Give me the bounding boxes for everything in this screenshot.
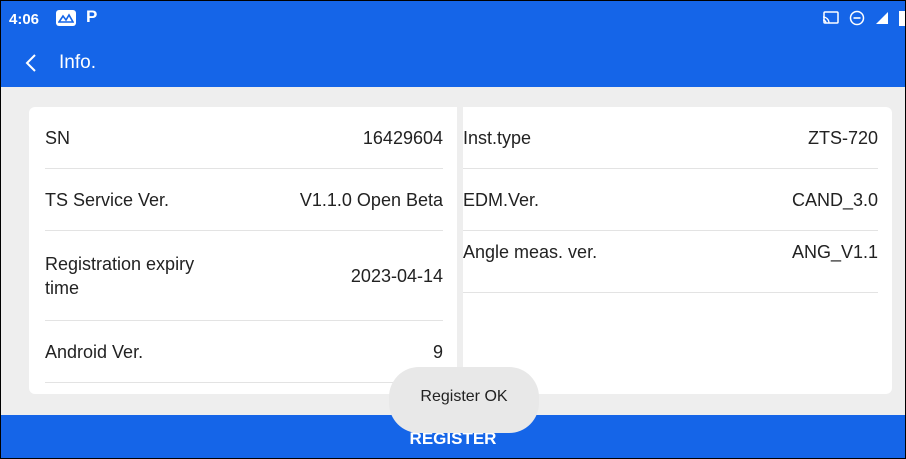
back-arrow-icon[interactable] <box>21 51 43 75</box>
parking-app-icon: P <box>86 7 98 26</box>
info-value: 16429604 <box>362 127 443 148</box>
info-label: SN <box>45 127 71 148</box>
page-title: Info. <box>59 52 96 73</box>
status-icons <box>813 10 905 31</box>
toast-text: Register OK <box>420 388 508 405</box>
cast-icon <box>822 10 839 30</box>
status-bar: 4:06 P <box>1 1 905 39</box>
info-value: 9 <box>432 341 443 362</box>
info-row-edm-ver: EDM.Ver. CAND_3.0 <box>463 169 878 231</box>
info-value: 2023-04-14 <box>350 265 443 286</box>
info-value: ZTS-720 <box>807 127 878 148</box>
info-label: EDM.Ver. <box>463 189 540 210</box>
info-label: Android Ver. <box>45 341 144 362</box>
info-row-inst-type: Inst.type ZTS-720 <box>463 107 878 169</box>
info-label: Registration expiry time <box>45 253 195 298</box>
info-row-sn: SN 16429604 <box>45 107 443 169</box>
gallery-icon <box>56 10 76 26</box>
info-label: Inst.type <box>463 127 532 148</box>
info-row-android-ver: Android Ver. 9 <box>45 321 443 383</box>
battery-icon <box>899 10 905 31</box>
info-column-left: SN 16429604 TS Service Ver. V1.1.0 Open … <box>29 107 457 383</box>
info-label: Angle meas. ver. <box>463 242 598 263</box>
toast-message: Register OK <box>389 367 539 433</box>
info-row-registration-expiry: Registration expiry time 2023-04-14 <box>45 231 443 321</box>
info-column-right: Inst.type ZTS-720 EDM.Ver. CAND_3.0 Angl… <box>463 107 892 293</box>
info-row-angle-meas-ver: Angle meas. ver. ANG_V1.1 <box>463 231 878 293</box>
info-card: SN 16429604 TS Service Ver. V1.1.0 Open … <box>29 107 892 394</box>
info-row-ts-service-ver: TS Service Ver. V1.1.0 Open Beta <box>45 169 443 231</box>
app-screen: 4:06 P Info. SN 16429604 TS Service Ver.… <box>0 0 906 459</box>
do-not-disturb-icon <box>849 10 865 31</box>
info-label: TS Service Ver. <box>45 189 170 210</box>
info-value: V1.1.0 Open Beta <box>299 189 443 210</box>
status-time: 4:06 <box>9 11 40 28</box>
info-value: CAND_3.0 <box>791 189 878 210</box>
signal-icon <box>875 11 889 30</box>
info-value: ANG_V1.1 <box>791 242 878 263</box>
app-bar: Info. <box>1 39 905 87</box>
